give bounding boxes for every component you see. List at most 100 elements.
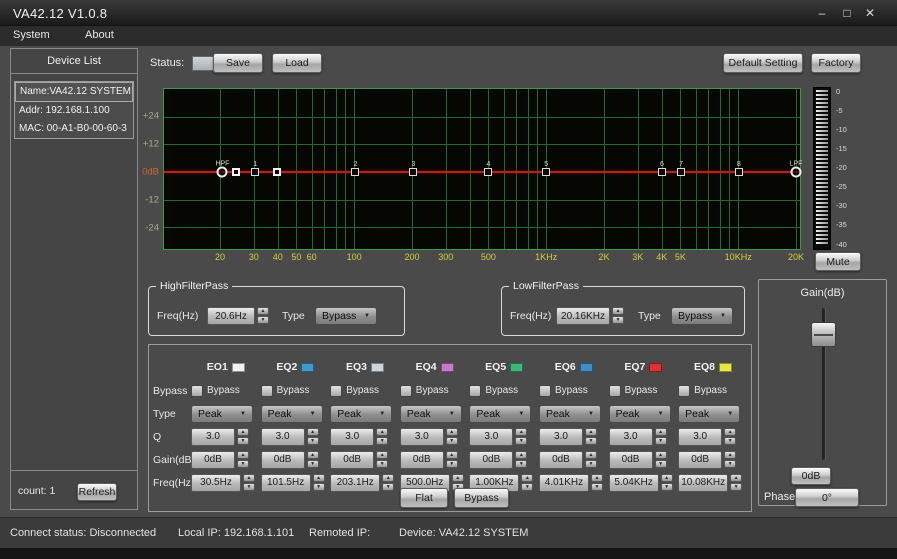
eq-marker-4[interactable]: 4 <box>484 161 493 177</box>
spin-up-button[interactable]: ▲ <box>376 450 389 459</box>
spin-up-button[interactable]: ▲ <box>654 450 667 459</box>
bypass-checkbox[interactable] <box>469 384 482 397</box>
spin-down-button[interactable]: ▼ <box>724 436 737 445</box>
eq-gain-value[interactable]: 0dB <box>538 450 583 469</box>
bypass-checkbox[interactable] <box>678 384 691 397</box>
eq-freq-value[interactable]: 203.1Hz <box>330 473 381 492</box>
spin-down-button[interactable]: ▼ <box>730 482 743 491</box>
spin-up-button[interactable]: ▲ <box>515 450 528 459</box>
gain-slider-handle[interactable] <box>811 322 836 347</box>
spin-down-button[interactable]: ▼ <box>660 482 673 491</box>
spin-down-button[interactable]: ▼ <box>724 459 737 468</box>
eq-gain-spinner[interactable]: 0dB ▲ ▼ <box>260 450 319 469</box>
eq-type-dropdown[interactable]: Peak ▼ <box>469 404 532 423</box>
eq-marker-handle[interactable] <box>231 168 240 177</box>
menu-system[interactable]: System <box>13 29 50 41</box>
spin-up-button[interactable]: ▲ <box>515 427 528 436</box>
spin-down-button[interactable]: ▼ <box>445 436 458 445</box>
eq-type-dropdown[interactable]: Peak ▼ <box>608 404 671 423</box>
spin-up-button[interactable]: ▲ <box>660 473 673 482</box>
spin-down-button[interactable]: ▼ <box>382 482 395 491</box>
save-button[interactable]: Save <box>213 53 263 73</box>
eq-freq-spinner[interactable]: 5.04KHz ▲ ▼ <box>608 473 673 492</box>
eq-marker-1[interactable]: 1 <box>251 161 260 177</box>
spin-up-button[interactable]: ▲ <box>724 450 737 459</box>
eq-marker-5[interactable]: 5 <box>542 161 551 177</box>
bypass-checkbox[interactable] <box>260 384 273 397</box>
spin-down-button[interactable]: ▼ <box>312 482 325 491</box>
spin-down-button[interactable]: ▼ <box>257 316 269 324</box>
eq-q-spinner[interactable]: 3.0 ▲ ▼ <box>469 427 528 446</box>
eq-gain-spinner[interactable]: 0dB ▲ ▼ <box>330 450 389 469</box>
spin-up-button[interactable]: ▲ <box>445 450 458 459</box>
eq-gain-spinner[interactable]: 0dB ▲ ▼ <box>191 450 249 469</box>
eq-type-dropdown[interactable]: Peak ▼ <box>191 404 253 423</box>
spin-down-button[interactable]: ▼ <box>243 482 255 491</box>
low-freq-value[interactable]: 20.16KHz <box>556 307 610 325</box>
eq-gain-value[interactable]: 0dB <box>399 450 444 469</box>
maximize-button[interactable]: □ <box>839 5 855 21</box>
spin-up-button[interactable]: ▲ <box>654 427 667 436</box>
eq-freq-spinner[interactable]: 203.1Hz ▲ ▼ <box>330 473 395 492</box>
bypass-checkbox[interactable] <box>330 384 343 397</box>
phase-button[interactable]: 0° <box>795 488 859 507</box>
spin-up-button[interactable]: ▲ <box>445 427 458 436</box>
low-type-dropdown[interactable]: Bypass ▼ <box>671 307 733 325</box>
spin-down-button[interactable]: ▼ <box>590 482 603 491</box>
spin-down-button[interactable]: ▼ <box>237 436 249 445</box>
eq-gain-spinner[interactable]: 0dB ▲ ▼ <box>538 450 597 469</box>
spin-up-button[interactable]: ▲ <box>584 450 597 459</box>
eq-gain-spinner[interactable]: 0dB ▲ ▼ <box>469 450 528 469</box>
eq-gain-spinner[interactable]: 0dB ▲ ▼ <box>678 450 737 469</box>
eq-type-dropdown[interactable]: Peak ▼ <box>330 404 393 423</box>
mute-button[interactable]: Mute <box>815 252 861 271</box>
spin-down-button[interactable]: ▼ <box>376 436 389 445</box>
spin-up-button[interactable]: ▲ <box>730 473 743 482</box>
spin-up-button[interactable]: ▲ <box>590 473 603 482</box>
spin-up-button[interactable]: ▲ <box>243 473 255 482</box>
eq-q-value[interactable]: 3.0 <box>191 427 235 446</box>
spin-down-button[interactable]: ▼ <box>306 459 319 468</box>
gain-value-button[interactable]: 0dB <box>791 467 831 485</box>
spin-up-button[interactable]: ▲ <box>724 427 737 436</box>
eq-q-spinner[interactable]: 3.0 ▲ ▼ <box>678 427 737 446</box>
spin-up-button[interactable]: ▲ <box>612 307 624 315</box>
spin-up-button[interactable]: ▲ <box>237 427 249 436</box>
eq-gain-value[interactable]: 0dB <box>608 450 653 469</box>
high-freq-spinner[interactable]: 20.6Hz ▲ ▼ <box>207 307 269 325</box>
spin-down-button[interactable]: ▼ <box>515 436 528 445</box>
spin-down-button[interactable]: ▼ <box>584 459 597 468</box>
spin-down-button[interactable]: ▼ <box>445 459 458 468</box>
spin-up-button[interactable]: ▲ <box>306 427 319 436</box>
spin-up-button[interactable]: ▲ <box>312 473 325 482</box>
bypass-checkbox[interactable] <box>191 384 203 397</box>
eq-type-dropdown[interactable]: Peak ▼ <box>678 404 741 423</box>
eq-freq-spinner[interactable]: 30.5Hz ▲ ▼ <box>191 473 255 492</box>
eq-gain-spinner[interactable]: 0dB ▲ ▼ <box>399 450 458 469</box>
device-list-item[interactable]: Name:VA42.12 SYSTEM Addr: 192.168.1.100 … <box>14 81 134 139</box>
default-setting-button[interactable]: Default Setting <box>723 53 803 73</box>
eq-freq-spinner[interactable]: 10.08KHz ▲ ▼ <box>678 473 743 492</box>
eq-type-dropdown[interactable]: Peak ▼ <box>538 404 601 423</box>
spin-down-button[interactable]: ▼ <box>237 459 249 468</box>
bypass-checkbox[interactable] <box>538 384 551 397</box>
eq-marker-2[interactable]: 2 <box>351 161 360 177</box>
eq-marker-7[interactable]: 7 <box>677 161 686 177</box>
eq-q-value[interactable]: 3.0 <box>399 427 444 446</box>
spin-down-button[interactable]: ▼ <box>521 482 534 491</box>
spin-down-button[interactable]: ▼ <box>306 436 319 445</box>
eq-type-dropdown[interactable]: Peak ▼ <box>399 404 462 423</box>
eq-type-dropdown[interactable]: Peak ▼ <box>260 404 323 423</box>
spin-down-button[interactable]: ▼ <box>584 436 597 445</box>
eq-marker-HPF[interactable]: HPF <box>215 161 229 178</box>
spin-up-button[interactable]: ▲ <box>451 473 464 482</box>
eq-q-value[interactable]: 3.0 <box>678 427 723 446</box>
bypass-checkbox[interactable] <box>608 384 621 397</box>
eq-q-spinner[interactable]: 3.0 ▲ ▼ <box>260 427 319 446</box>
eq-gain-value[interactable]: 0dB <box>330 450 375 469</box>
low-freq-spinner[interactable]: 20.16KHz ▲ ▼ <box>556 307 624 325</box>
eq-freq-value[interactable]: 10.08KHz <box>678 473 729 492</box>
bypass-checkbox[interactable] <box>399 384 412 397</box>
load-button[interactable]: Load <box>272 53 322 73</box>
eq-gain-value[interactable]: 0dB <box>191 450 235 469</box>
